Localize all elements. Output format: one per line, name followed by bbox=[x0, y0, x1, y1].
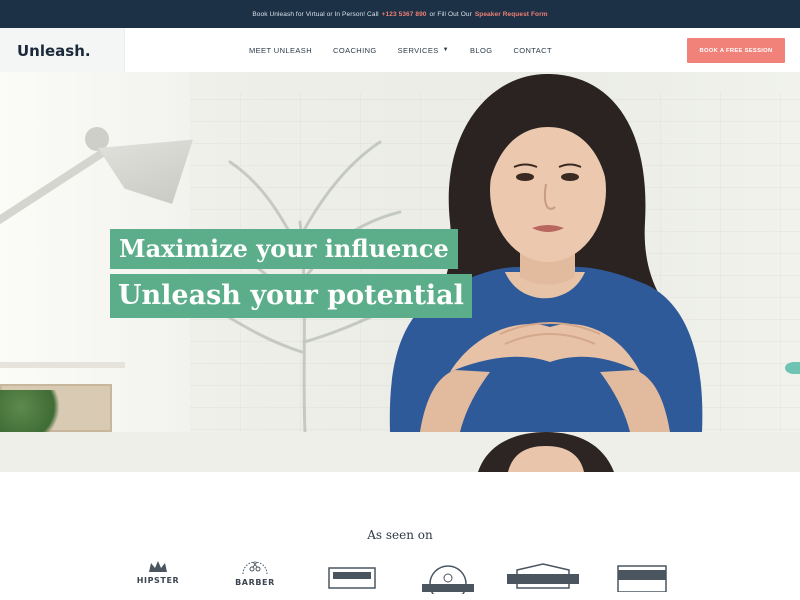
announcement-phone-link[interactable]: +123 5367 890 bbox=[382, 11, 427, 18]
press-logos: HIPSTER BARBER bbox=[0, 560, 800, 600]
announcement-text: Book Unleash for Virtual or In Person! C… bbox=[252, 10, 379, 18]
caret-down-icon: ▼ bbox=[442, 47, 449, 53]
nav-label: CONTACT bbox=[513, 45, 552, 55]
press-logo-hipster-crown[interactable]: HIPSTER bbox=[123, 560, 193, 600]
announcement-text-middle: or Fill Out Our bbox=[429, 10, 472, 18]
main-nav: MEET UNLEASH COACHING SERVICES ▼ BLOG CON… bbox=[249, 28, 573, 72]
nav-label: MEET UNLEASH bbox=[249, 45, 313, 55]
book-session-button[interactable]: BOOK A FREE SESSION bbox=[687, 38, 785, 63]
logo-dot: . bbox=[84, 42, 91, 60]
shelf bbox=[0, 362, 125, 368]
ribbon-icon bbox=[507, 563, 579, 589]
round-emblem-icon bbox=[422, 565, 474, 594]
logo-text: Unleash bbox=[17, 42, 85, 60]
hipster-rect-icon bbox=[328, 567, 376, 589]
hero-headline-1: Maximize your influence bbox=[110, 229, 458, 269]
nav-label: BLOG bbox=[469, 45, 493, 55]
nav-meet-unleash[interactable]: MEET UNLEASH bbox=[249, 46, 312, 55]
shield-icon bbox=[617, 565, 667, 592]
press-logo-hipster-rect[interactable] bbox=[317, 560, 387, 600]
press-logo-hipster-shield[interactable] bbox=[607, 560, 677, 600]
nav-label: SERVICES bbox=[397, 45, 439, 55]
site-header: Unleash. MEET UNLEASH COACHING SERVICES ▼… bbox=[0, 28, 800, 72]
hero-headline-2: Unleash your potential bbox=[110, 274, 472, 318]
hero-section: Maximize your influence Unleash your pot… bbox=[0, 72, 800, 472]
next-section-portrait bbox=[478, 432, 614, 472]
decor-teal-object bbox=[785, 362, 800, 374]
announcement-bar: Book Unleash for Virtual or In Person! C… bbox=[0, 0, 800, 28]
press-logo-text: BARBER bbox=[235, 578, 275, 587]
nav-coaching[interactable]: COACHING bbox=[333, 46, 377, 55]
nav-services[interactable]: SERVICES ▼ bbox=[398, 46, 449, 55]
press-logo-hipster-ribbon[interactable] bbox=[507, 560, 579, 600]
press-logo-text: HIPSTER bbox=[136, 576, 180, 585]
scissors-icon bbox=[242, 561, 268, 575]
speaker-request-link[interactable]: Speaker Request Form bbox=[475, 11, 548, 18]
site-logo[interactable]: Unleash. bbox=[17, 42, 91, 60]
press-logo-round-emblem[interactable] bbox=[413, 560, 483, 600]
nav-contact[interactable]: CONTACT bbox=[513, 46, 552, 55]
nav-blog[interactable]: BLOG bbox=[470, 46, 492, 55]
floor bbox=[0, 432, 800, 472]
as-seen-on-title: As seen on bbox=[367, 528, 433, 542]
crown-icon bbox=[149, 561, 167, 572]
small-plant bbox=[0, 390, 70, 432]
press-logo-barber[interactable]: BARBER bbox=[220, 560, 290, 600]
nav-label: COACHING bbox=[333, 45, 377, 55]
